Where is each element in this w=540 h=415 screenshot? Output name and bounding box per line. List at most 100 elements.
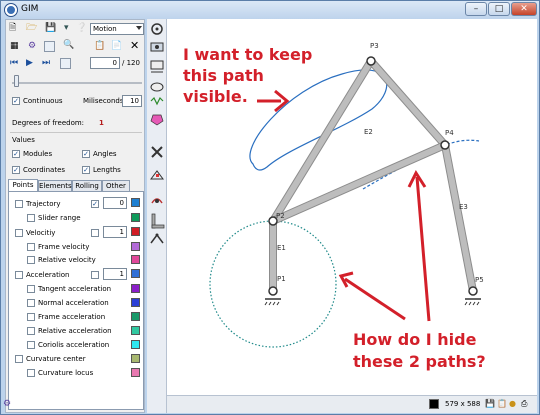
angles-checkbox[interactable]: ✓ xyxy=(82,150,90,158)
save-image-icon[interactable]: 💾 xyxy=(485,399,495,408)
delete-element-icon[interactable] xyxy=(151,146,163,158)
copy-image-icon[interactable]: 📋 xyxy=(497,399,507,408)
frame-acc-color-swatch[interactable] xyxy=(131,312,140,321)
drawing-canvas[interactable]: P3 P4 P2 P1 P5 E1 E2 E3 I want to keep t… xyxy=(167,19,537,395)
save-icon[interactable]: 💾 xyxy=(45,23,56,34)
slider-range-label: Slider range xyxy=(38,214,81,222)
frame-slider-track[interactable] xyxy=(12,82,142,84)
cam-tool-icon[interactable] xyxy=(150,82,164,92)
color-indicator[interactable] xyxy=(429,399,439,409)
acceleration-checkbox[interactable] xyxy=(15,271,23,279)
velocity-input[interactable]: 1 xyxy=(103,226,127,238)
slider-joint-icon[interactable] xyxy=(150,60,164,73)
joint-tool-icon[interactable] xyxy=(151,23,163,35)
frame-total-label: / 120 xyxy=(122,59,140,67)
link-tool-icon[interactable] xyxy=(150,42,164,52)
ground-pivot-p1[interactable] xyxy=(264,286,281,306)
curvature-locus-color-swatch[interactable] xyxy=(131,368,140,377)
acceleration-color-swatch[interactable] xyxy=(131,269,140,278)
velocity-extra-checkbox[interactable] xyxy=(91,229,99,237)
velocity-checkbox[interactable] xyxy=(15,229,23,237)
slider-range-color-swatch[interactable] xyxy=(131,213,140,222)
last-frame-icon[interactable]: ⏭ xyxy=(42,58,50,69)
curvature-center-color-swatch[interactable] xyxy=(131,354,140,363)
lengths-checkbox[interactable]: ✓ xyxy=(82,166,90,174)
link-e2[interactable] xyxy=(269,58,449,225)
settings-gear-icon[interactable]: ⚙ xyxy=(3,399,11,409)
print-icon[interactable]: ⎙ xyxy=(521,399,527,409)
continuous-checkbox[interactable]: ✓ xyxy=(12,97,20,105)
ruler-icon[interactable] xyxy=(151,213,165,229)
trajectory-input[interactable]: 0 xyxy=(103,197,127,209)
title-bar: GIM – □ ✕ xyxy=(1,1,539,19)
settings-gear-icon[interactable]: ⚙ xyxy=(28,41,36,52)
zoom-window-icon[interactable] xyxy=(44,41,55,52)
camera-icon[interactable]: ● xyxy=(509,399,516,408)
measure-tool-icon[interactable] xyxy=(150,170,164,180)
frame-current-input[interactable]: 0 xyxy=(90,57,120,69)
mode-select[interactable]: Motion xyxy=(90,23,144,35)
joint-p4[interactable] xyxy=(440,140,450,150)
open-folder-icon[interactable]: 🗁 xyxy=(26,23,37,34)
app-icon xyxy=(5,4,17,16)
curvature-center-checkbox[interactable] xyxy=(15,355,23,363)
trajectory-color-swatch[interactable] xyxy=(131,198,140,207)
tangent-acc-color-swatch[interactable] xyxy=(131,284,140,293)
help-icon[interactable]: ❔ xyxy=(76,23,87,34)
velocity-color-swatch[interactable] xyxy=(131,227,140,236)
normal-acc-color-swatch[interactable] xyxy=(131,298,140,307)
slider-range-checkbox[interactable] xyxy=(27,214,35,222)
minimize-button[interactable]: – xyxy=(465,2,487,16)
play-icon[interactable]: ▶ xyxy=(26,58,33,69)
trajectory-label: Trajectory xyxy=(26,200,61,208)
copy-icon[interactable]: 📋 xyxy=(94,41,105,52)
ground-pivot-p5[interactable] xyxy=(464,286,481,306)
frame-slider-thumb[interactable] xyxy=(14,75,19,87)
zoom-icon[interactable]: 🔍 xyxy=(63,40,74,51)
coriolis-acc-color-swatch[interactable] xyxy=(131,340,140,349)
curvature-locus-checkbox[interactable] xyxy=(27,369,35,377)
normal-acc-checkbox[interactable] xyxy=(27,299,35,307)
export-icon[interactable] xyxy=(60,58,71,69)
acceleration-input[interactable]: 1 xyxy=(103,268,127,280)
coriolis-acc-checkbox[interactable] xyxy=(27,341,35,349)
main-toolbar: 🗎 🗁 💾 ▾ ❔ Motion xyxy=(6,20,146,38)
new-file-icon[interactable]: 🗎 xyxy=(9,23,16,34)
modules-checkbox[interactable]: ✓ xyxy=(12,150,20,158)
dropdown-arrow-icon[interactable]: ▾ xyxy=(64,23,69,34)
window-title: GIM xyxy=(21,4,39,14)
label-e2: E2 xyxy=(364,128,373,136)
first-frame-icon[interactable]: ⏮ xyxy=(10,58,18,69)
tangent-acc-checkbox[interactable] xyxy=(27,285,35,293)
label-e1: E1 xyxy=(277,244,286,252)
annotation-keep-line3: visible. xyxy=(183,87,248,106)
relative-velocity-checkbox[interactable] xyxy=(27,256,35,264)
relative-acc-color-swatch[interactable] xyxy=(131,326,140,335)
paste-icon[interactable]: 📄 xyxy=(111,41,122,52)
delete-icon[interactable]: ✕ xyxy=(130,40,139,51)
close-button[interactable]: ✕ xyxy=(511,2,537,16)
link-e3[interactable] xyxy=(441,144,477,292)
relative-acc-checkbox[interactable] xyxy=(27,327,35,335)
grid-icon[interactable]: ▦ xyxy=(10,41,19,52)
spring-tool-icon[interactable] xyxy=(150,96,164,106)
coordinates-checkbox[interactable]: ✓ xyxy=(12,166,20,174)
joint-p3[interactable] xyxy=(366,56,376,66)
label-e3: E3 xyxy=(459,203,468,211)
milliseconds-input[interactable]: 10 xyxy=(122,95,142,107)
relative-velocity-color-swatch[interactable] xyxy=(131,255,140,264)
fixed-pivot-icon[interactable] xyxy=(151,198,163,204)
frame-velocity-color-swatch[interactable] xyxy=(131,242,140,251)
frame-velocity-checkbox[interactable] xyxy=(27,243,35,251)
label-p3: P3 xyxy=(370,42,379,50)
maximize-button[interactable]: □ xyxy=(488,2,510,16)
annotation-keep: I want to keep this path visible. xyxy=(183,45,312,106)
acceleration-extra-checkbox[interactable] xyxy=(91,271,99,279)
trajectory-extra-checkbox[interactable]: ✓ xyxy=(91,200,99,208)
angle-tool-icon[interactable] xyxy=(150,233,164,244)
mechanism-drawing[interactable]: P3 P4 P2 P1 P5 E1 E2 E3 I want to keep t… xyxy=(167,19,537,395)
gear-tool-icon[interactable] xyxy=(150,114,164,126)
trajectory-checkbox[interactable] xyxy=(15,200,23,208)
app-window: GIM – □ ✕ 🗎 🗁 💾 ▾ ❔ Motion ▦ ⚙ 🔍 📋 📄 ✕ ⏮ xyxy=(0,0,540,415)
frame-acc-checkbox[interactable] xyxy=(27,313,35,321)
